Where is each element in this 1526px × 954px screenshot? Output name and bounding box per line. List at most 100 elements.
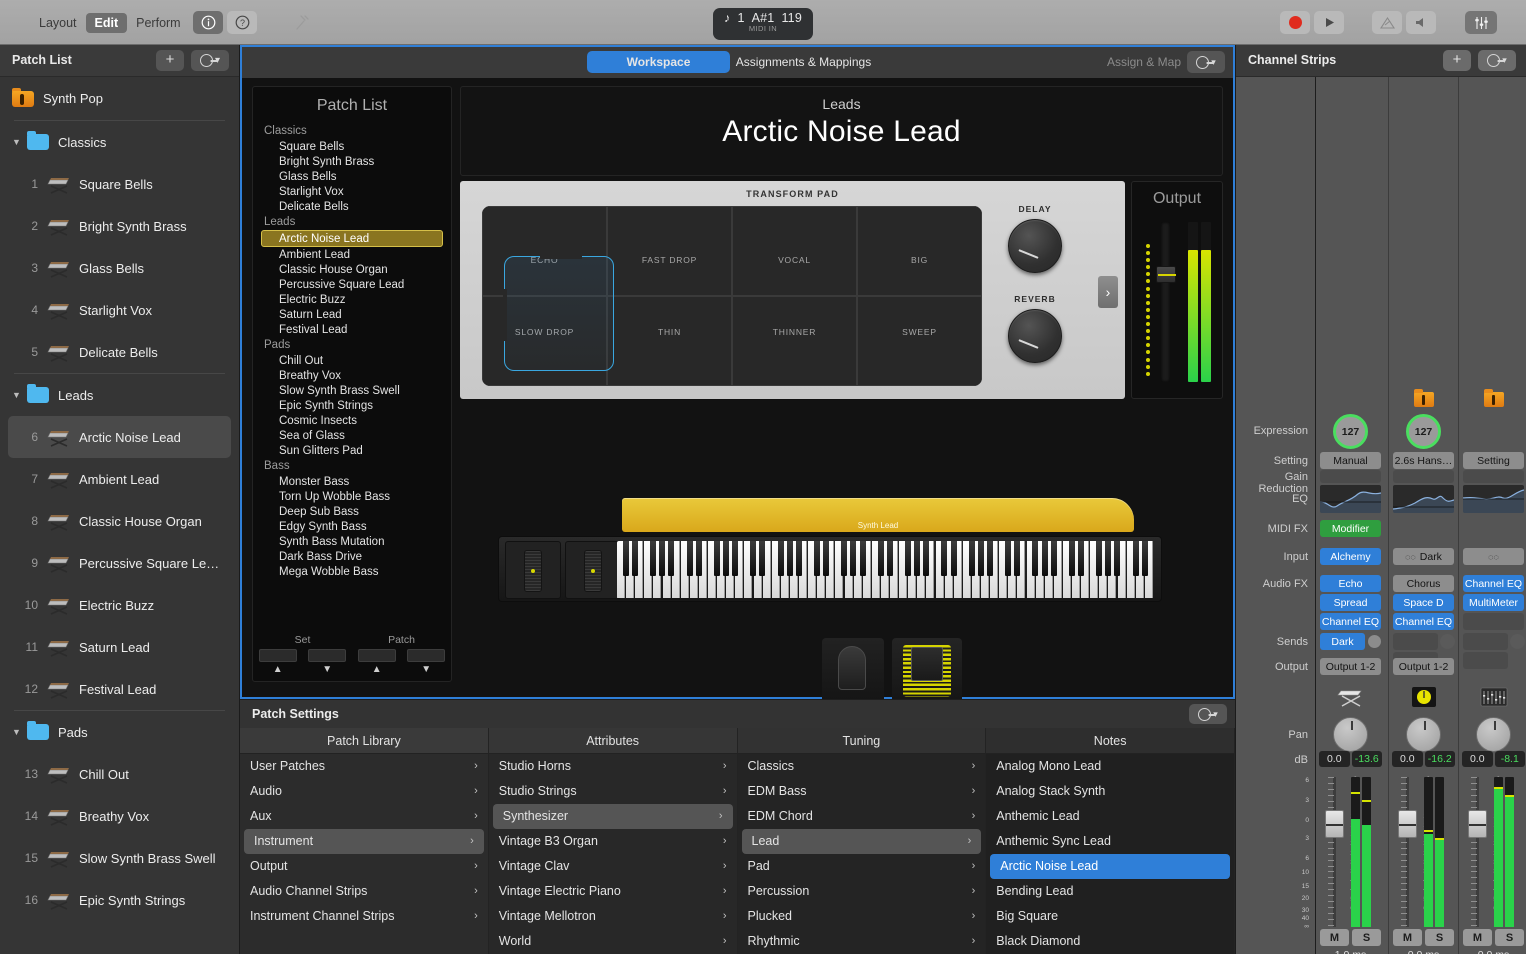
chevron-right-icon[interactable]: › (1098, 276, 1118, 308)
input-slot[interactable]: ◌◌ Dark (1393, 548, 1454, 565)
wpl-item[interactable]: Epic Synth Strings (261, 398, 443, 413)
wpl-item[interactable]: Classic House Organ (261, 262, 443, 277)
db-left-value[interactable]: 0.0 (1392, 751, 1423, 767)
wpl-item[interactable]: Arctic Noise Lead (261, 230, 443, 247)
input-slot[interactable]: Alchemy (1320, 548, 1381, 565)
wpl-item[interactable]: Sun Glitters Pad (261, 443, 443, 458)
sidebar-patch-7[interactable]: 7 Ambient Lead (0, 458, 239, 500)
audio-fx-slot[interactable]: Chorus (1393, 575, 1454, 592)
ps-item[interactable]: Analog Mono Lead (986, 754, 1234, 779)
wpl-item[interactable]: Starlight Vox (261, 184, 443, 199)
mute-button[interactable]: M (1463, 929, 1492, 946)
ps-item[interactable]: Vintage Mellotron › (489, 904, 737, 929)
db-row[interactable]: 0.0 -13.6 (1319, 751, 1382, 767)
wpl-item[interactable]: Ambient Lead (261, 247, 443, 262)
patch-up-icon[interactable]: ▲ (358, 664, 396, 675)
ps-item[interactable]: Black Diamond (986, 929, 1234, 954)
output-fader[interactable] (1146, 222, 1176, 382)
channel-strips-grid[interactable]: Expression Setting Gain Reduction EQ MIDI FX… (1236, 77, 1526, 954)
mute-button[interactable]: M (1320, 929, 1349, 946)
db-right-value[interactable]: -16.2 (1424, 751, 1455, 767)
ps-item[interactable]: Arctic Noise Lead (990, 854, 1230, 879)
transform-cell-vocal[interactable]: VOCAL (732, 206, 857, 296)
wpl-item[interactable]: Delicate Bells (261, 199, 443, 214)
set-prev-slot[interactable] (258, 649, 297, 662)
ps-item[interactable]: Audio Channel Strips › (240, 879, 488, 904)
output-fader-handle[interactable] (1155, 266, 1176, 283)
workspace-patch-list-items[interactable]: Classics Square Bells Bright Synth Brass Gl… (253, 123, 451, 579)
sidebar-patch-13[interactable]: 13 Chill Out (0, 753, 239, 795)
tuning-fork-icon[interactable] (286, 11, 320, 34)
wpl-item[interactable]: Synth Bass Mutation (261, 534, 443, 549)
sidebar-group-leads[interactable]: ▼ Leads (0, 374, 239, 416)
sidebar-patch-8[interactable]: 8 Classic House Organ (0, 500, 239, 542)
transform-cell-fast-drop[interactable]: FAST DROP (607, 206, 732, 296)
sidebar-patch-15[interactable]: 15 Slow Synth Brass Swell (0, 837, 239, 879)
wpl-item[interactable]: Monster Bass (261, 474, 443, 489)
db-left-value[interactable]: 0.0 (1319, 751, 1350, 767)
wpl-item[interactable]: Mega Wobble Bass (261, 564, 443, 579)
patch-prev-slot[interactable] (357, 649, 396, 662)
ps-item[interactable]: Studio Strings › (489, 779, 737, 804)
workspace-options-menu[interactable]: ▾ (1187, 51, 1225, 73)
mode-perform[interactable]: Perform (127, 13, 189, 33)
pan-knob[interactable] (1333, 717, 1368, 752)
ps-item[interactable]: Anthemic Lead (986, 804, 1234, 829)
sidebar-patch-3[interactable]: 3 Glass Bells (0, 247, 239, 289)
expression-knob[interactable]: 127 (1406, 414, 1441, 449)
ps-item[interactable]: Synthesizer › (492, 804, 733, 829)
workspace-patch-list[interactable]: Patch List Classics Square Bells Bright Sy… (252, 86, 452, 682)
ps-item[interactable]: Studio Horns › (489, 754, 737, 779)
ps-item[interactable]: EDM Chord › (738, 804, 986, 829)
sidebar-patch-4[interactable]: 4 Starlight Vox (0, 289, 239, 331)
transform-pad-grid[interactable]: ECHO FAST DROP VOCAL BIG SLOW DROP THIN … (482, 206, 982, 386)
delay-knob[interactable] (1008, 219, 1062, 273)
send-slot-empty[interactable] (1463, 633, 1508, 650)
send-slot[interactable]: Dark (1320, 633, 1365, 650)
fader-zone[interactable]: 03691215182124303540455060 (1389, 777, 1458, 927)
sidebar-patch-12[interactable]: 12 Festival Lead (0, 668, 239, 710)
help-icon[interactable]: ? (227, 11, 257, 34)
db-row[interactable]: 0.0 -8.1 (1462, 751, 1525, 767)
pan-knob[interactable] (1476, 717, 1511, 752)
input-slot[interactable]: ◌◌ (1463, 548, 1524, 565)
db-right-value[interactable]: -13.6 (1351, 751, 1382, 767)
tab-workspace[interactable]: Workspace (587, 51, 730, 73)
patch-settings-browser[interactable]: Patch Library User Patches › Audio › Aux › Inst… (240, 728, 1235, 954)
wpl-item[interactable]: Festival Lead (261, 322, 443, 337)
ps-item[interactable]: Pad › (738, 854, 986, 879)
setting-slot[interactable]: Manual (1320, 452, 1381, 469)
solo-button[interactable]: S (1495, 929, 1524, 946)
ps-item[interactable]: Anthemic Sync Lead (986, 829, 1234, 854)
modulation-wheel[interactable] (565, 541, 621, 599)
audio-fx-slot[interactable]: Channel EQ (1320, 613, 1381, 630)
wpl-item[interactable]: Slow Synth Brass Swell (261, 383, 443, 398)
mute-button[interactable]: M (1393, 929, 1422, 946)
sidebar-group-classics[interactable]: ▼ Classics (0, 121, 239, 163)
ps-item[interactable]: Aux › (240, 804, 488, 829)
wpl-item[interactable]: Glass Bells (261, 169, 443, 184)
ps-item[interactable]: Instrument Channel Strips › (240, 904, 488, 929)
volume-fader[interactable] (1325, 777, 1344, 927)
mute-solo-row[interactable]: MS (1393, 929, 1454, 946)
sidebar-patch-2[interactable]: 2 Bright Synth Brass (0, 205, 239, 247)
pedal-widgets[interactable] (822, 638, 962, 704)
audio-fx-slot[interactable]: Channel EQ (1463, 575, 1524, 592)
chevron-down-icon[interactable]: ▼ (12, 137, 25, 147)
eq-thumbnail[interactable] (1463, 485, 1524, 513)
volume-fader[interactable] (1468, 777, 1487, 927)
fader-zone[interactable]: 03691215182124303540455060 (1459, 777, 1526, 927)
sustain-pedal-icon[interactable] (822, 638, 884, 704)
sidebar-patch-9[interactable]: 9 Percussive Square Le… (0, 542, 239, 584)
tab-assignments-mappings[interactable]: Assignments & Mappings (730, 51, 877, 73)
info-icon[interactable] (193, 11, 223, 34)
ps-item[interactable]: Classics › (738, 754, 986, 779)
sidebar-options-menu[interactable]: ▾ (191, 50, 229, 71)
reverb-knob[interactable] (1008, 309, 1062, 363)
wpl-item[interactable]: Saturn Lead (261, 307, 443, 322)
audio-fx-slot[interactable]: MultiMeter (1463, 594, 1524, 611)
ps-item[interactable]: User Patches › (240, 754, 488, 779)
fader-handle[interactable] (1325, 810, 1344, 838)
sidebar-patch-14[interactable]: 14 Breathy Vox (0, 795, 239, 837)
wpl-item[interactable]: Breathy Vox (261, 368, 443, 383)
